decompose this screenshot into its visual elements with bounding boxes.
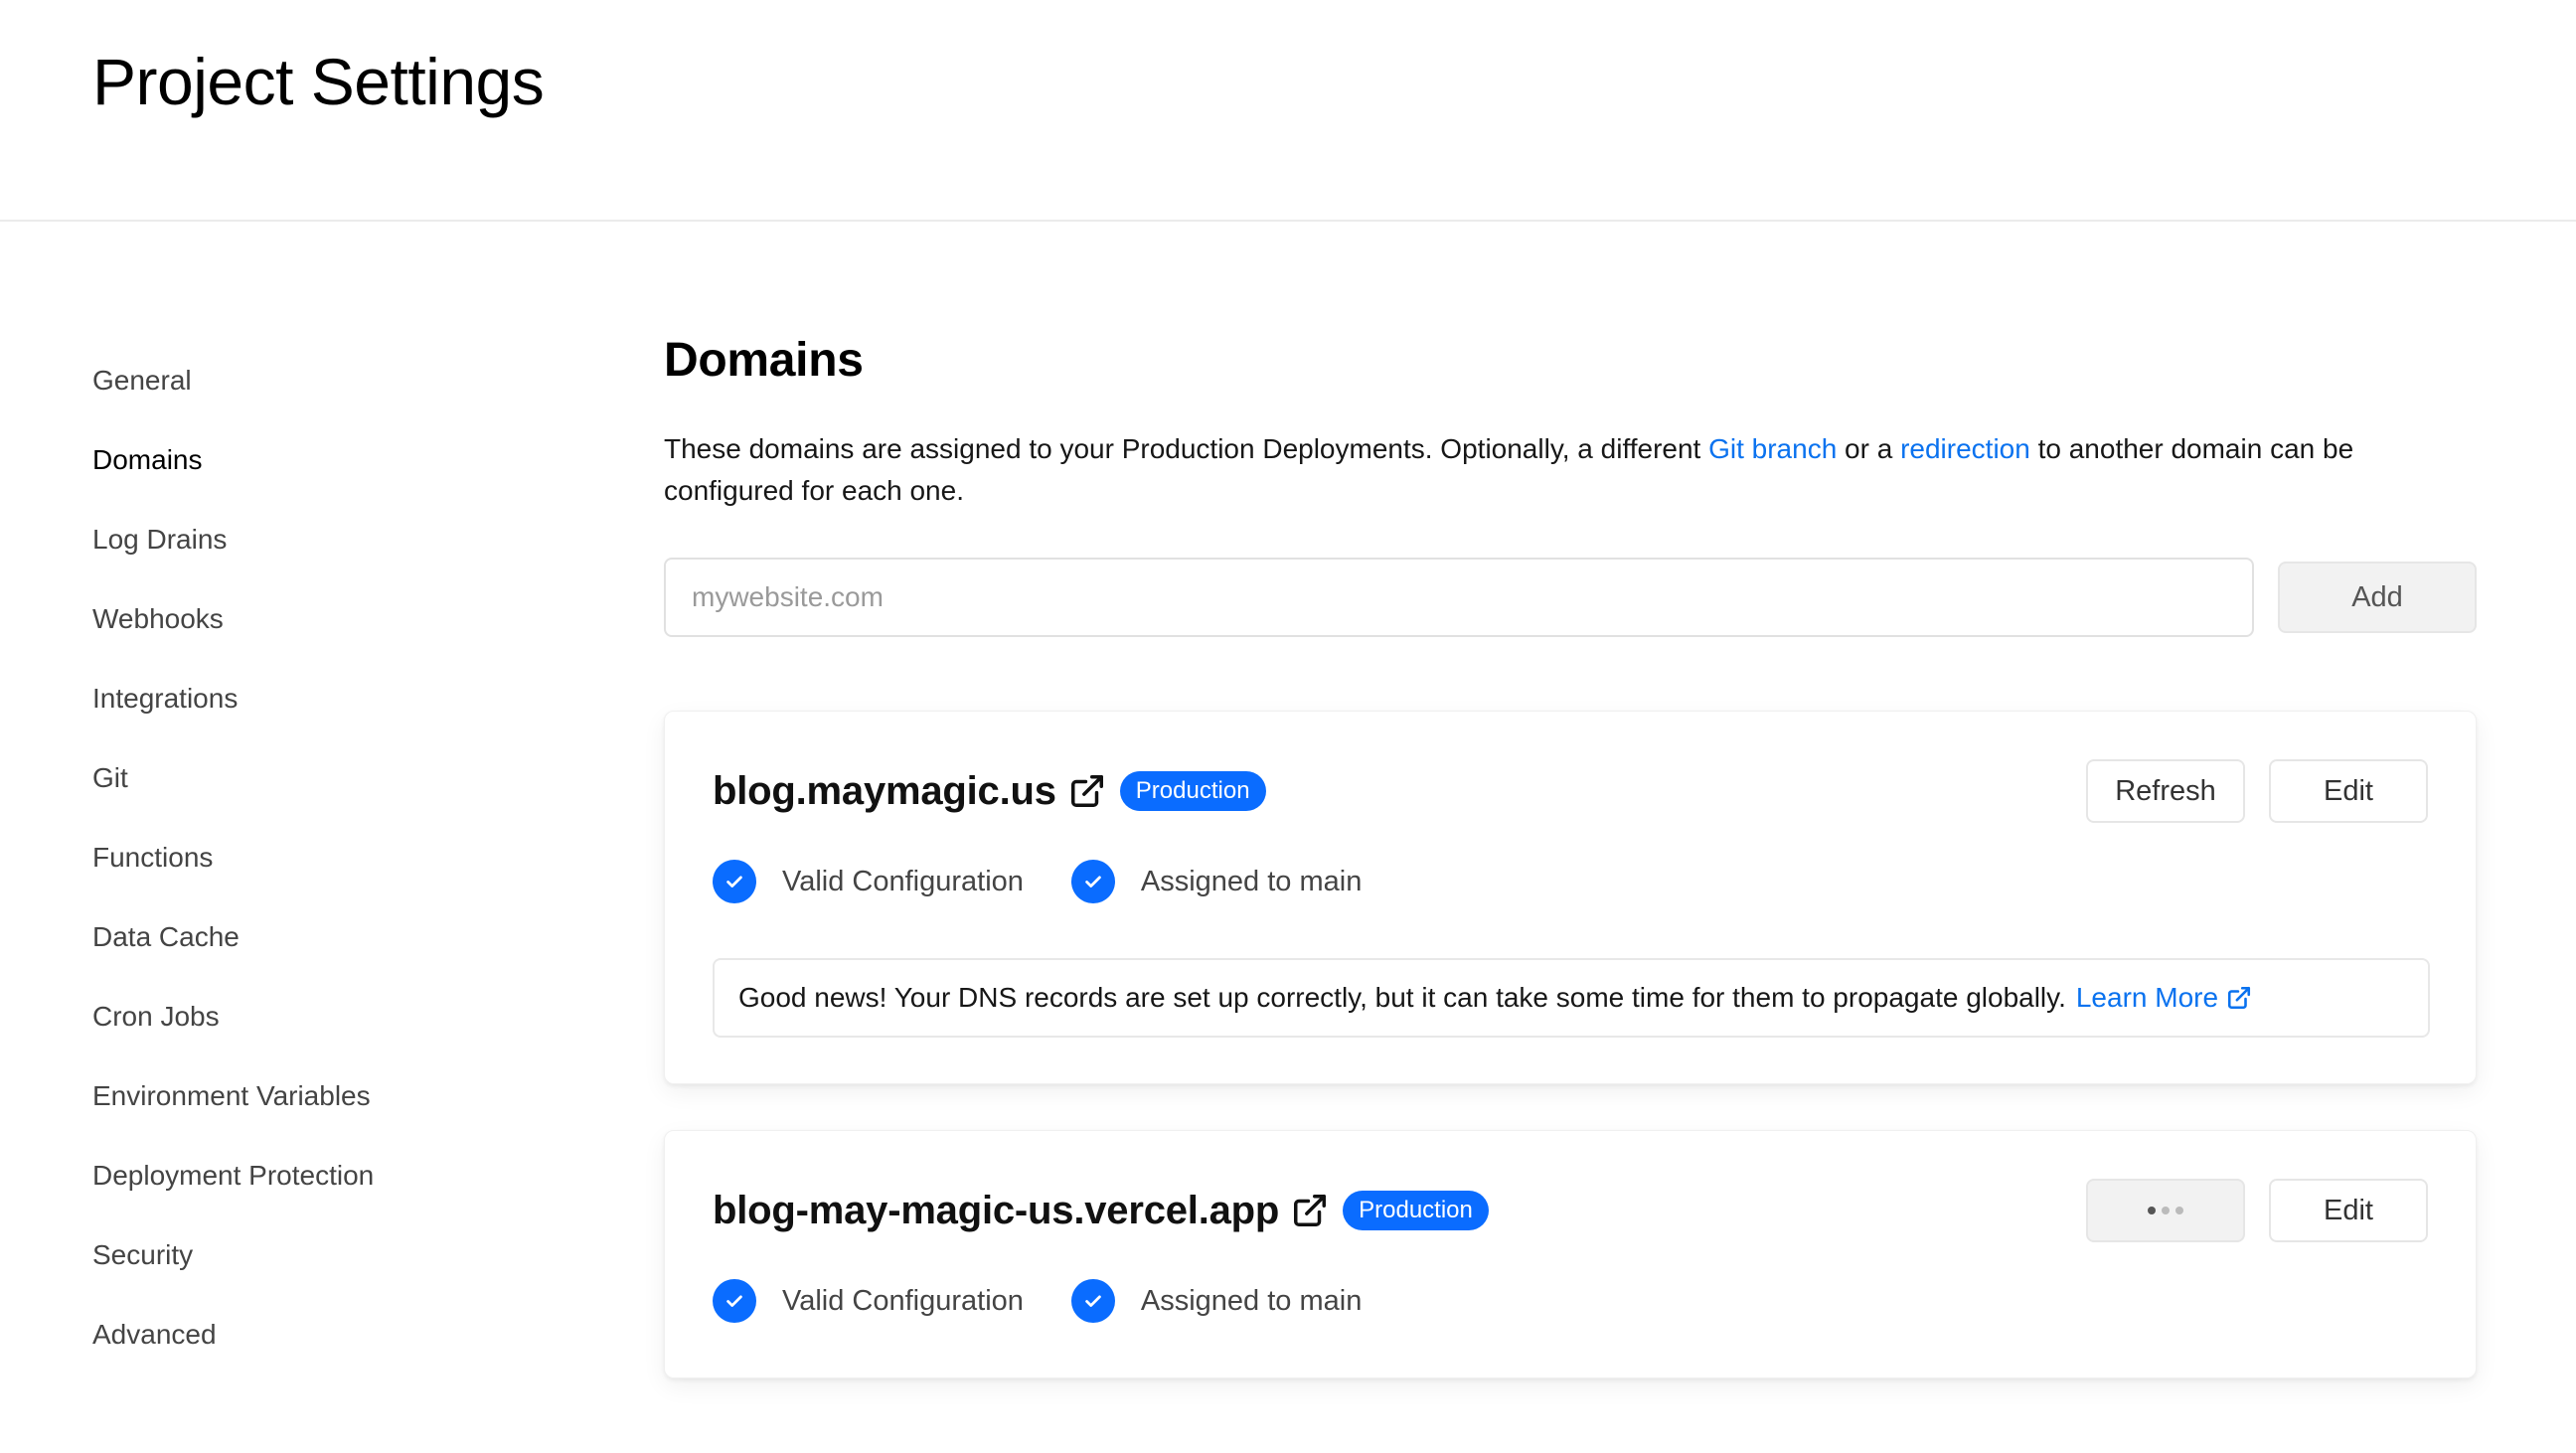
section-description: These domains are assigned to your Produ… bbox=[664, 428, 2477, 512]
status-label: Assigned to main bbox=[1140, 1284, 1363, 1317]
sidebar-item-advanced[interactable]: Advanced bbox=[92, 1295, 550, 1374]
sidebar-item-deployment-protection[interactable]: Deployment Protection bbox=[92, 1136, 550, 1215]
status-valid-configuration: Valid Configuration bbox=[713, 860, 1024, 903]
domain-name-link[interactable]: blog.maymagic.us bbox=[713, 769, 1056, 814]
domain-card: blog.maymagic.us Production Refresh Edit… bbox=[664, 711, 2477, 1084]
dns-notice: Good news! Your DNS records are set up c… bbox=[713, 958, 2430, 1038]
domains-section: Domains These domains are assigned to yo… bbox=[664, 321, 2477, 1378]
domain-name-link[interactable]: blog-may-magic-us.vercel.app bbox=[713, 1189, 1279, 1233]
redirection-link[interactable]: redirection bbox=[1900, 433, 2030, 464]
page-header: Project Settings bbox=[0, 0, 2576, 222]
settings-sidebar: General Domains Log Drains Webhooks Inte… bbox=[92, 341, 550, 1374]
status-valid-configuration: Valid Configuration bbox=[713, 1279, 1024, 1323]
sidebar-item-cron-jobs[interactable]: Cron Jobs bbox=[92, 977, 550, 1056]
domain-actions: Refresh Edit bbox=[2086, 759, 2428, 823]
external-link-icon bbox=[2226, 985, 2252, 1011]
sidebar-item-data-cache[interactable]: Data Cache bbox=[92, 897, 550, 977]
refresh-button-loading[interactable] bbox=[2086, 1179, 2245, 1242]
git-branch-link[interactable]: Git branch bbox=[1708, 433, 1837, 464]
status-label: Valid Configuration bbox=[782, 865, 1024, 897]
domain-header: blog-may-magic-us.vercel.app Production bbox=[713, 1181, 1489, 1240]
add-domain-row: Add bbox=[664, 558, 2477, 637]
check-circle-icon bbox=[1070, 860, 1115, 903]
sidebar-item-webhooks[interactable]: Webhooks bbox=[92, 579, 550, 659]
settings-layout: General Domains Log Drains Webhooks Inte… bbox=[0, 222, 2576, 1451]
description-text: These domains are assigned to your Produ… bbox=[664, 433, 1709, 464]
edit-button[interactable]: Edit bbox=[2269, 1179, 2428, 1242]
status-label: Assigned to main bbox=[1140, 865, 1363, 897]
domain-card: blog-may-magic-us.vercel.app Production … bbox=[664, 1130, 2477, 1378]
page-title: Project Settings bbox=[92, 45, 545, 118]
domain-input[interactable] bbox=[664, 558, 2254, 637]
add-domain-button[interactable]: Add bbox=[2278, 562, 2477, 633]
check-circle-icon bbox=[713, 1279, 756, 1323]
loading-dots-icon bbox=[2148, 1207, 2183, 1214]
status-assigned-branch: Assigned to main bbox=[1070, 1279, 1363, 1323]
external-link-icon[interactable] bbox=[1068, 771, 1108, 811]
edit-button[interactable]: Edit bbox=[2269, 759, 2428, 823]
refresh-button[interactable]: Refresh bbox=[2086, 759, 2245, 823]
status-row: Valid Configuration Assigned to main bbox=[713, 1278, 1409, 1324]
production-badge: Production bbox=[1119, 771, 1266, 811]
section-title: Domains bbox=[664, 334, 864, 387]
sidebar-item-environment-variables[interactable]: Environment Variables bbox=[92, 1056, 550, 1136]
sidebar-item-domains[interactable]: Domains bbox=[92, 420, 550, 500]
sidebar-item-functions[interactable]: Functions bbox=[92, 818, 550, 897]
sidebar-item-git[interactable]: Git bbox=[92, 738, 550, 818]
production-badge: Production bbox=[1343, 1191, 1489, 1230]
external-link-icon[interactable] bbox=[1291, 1191, 1331, 1230]
check-circle-icon bbox=[713, 860, 756, 903]
learn-more-label: Learn More bbox=[2075, 982, 2219, 1013]
status-assigned-branch: Assigned to main bbox=[1070, 860, 1363, 903]
domain-actions: Edit bbox=[2086, 1179, 2428, 1242]
check-circle-icon bbox=[1070, 1279, 1115, 1323]
status-label: Valid Configuration bbox=[782, 1284, 1024, 1317]
learn-more-link[interactable]: Learn More bbox=[2076, 982, 2252, 1014]
domain-header: blog.maymagic.us Production bbox=[713, 761, 1266, 821]
sidebar-item-integrations[interactable]: Integrations bbox=[92, 659, 550, 738]
status-row: Valid Configuration Assigned to main bbox=[713, 859, 1409, 904]
sidebar-item-general[interactable]: General bbox=[92, 341, 550, 420]
sidebar-item-log-drains[interactable]: Log Drains bbox=[92, 500, 550, 579]
description-text: or a bbox=[1837, 433, 1901, 464]
sidebar-item-security[interactable]: Security bbox=[92, 1215, 550, 1295]
notice-text: Good news! Your DNS records are set up c… bbox=[738, 982, 2066, 1013]
